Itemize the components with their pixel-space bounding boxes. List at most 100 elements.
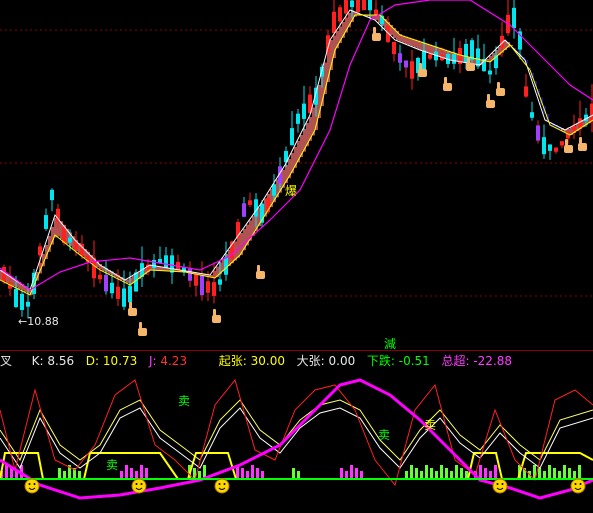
price-chart[interactable]: ←10.88 爆 減 (0, 0, 593, 351)
hand-finger (497, 82, 500, 89)
hand-palm (138, 328, 147, 336)
candle-body (476, 48, 480, 67)
candle-body (212, 282, 216, 296)
indicator-chart-canvas[interactable] (0, 350, 593, 513)
burst-label: 爆 (285, 184, 298, 198)
pointing-hand-icon (443, 77, 452, 91)
smiley-eye (33, 483, 36, 485)
indicator-bar (251, 465, 254, 479)
smiley-eye (574, 483, 577, 485)
indicator-bar (198, 471, 201, 479)
hand-finger (487, 94, 490, 101)
indicator-bar (460, 468, 463, 479)
hand-finger (565, 139, 568, 146)
smiley-face (24, 478, 40, 494)
indicator-bar (405, 471, 408, 479)
candle-body (50, 189, 54, 201)
candle-body (554, 147, 558, 152)
indicator-bar (563, 465, 566, 479)
pointing-hand-icon (128, 302, 137, 316)
indicator-bar (425, 465, 428, 479)
smiley-face (131, 478, 147, 494)
hand-palm (418, 69, 427, 77)
indicator-bar (479, 465, 482, 479)
candle-body (44, 215, 48, 229)
candle-body (356, 0, 360, 13)
indicator-bar (78, 471, 81, 479)
smiley-eye (135, 483, 138, 485)
candle-body (368, 0, 372, 11)
hand-palm (466, 63, 475, 71)
hand-finger (419, 63, 422, 70)
indicator-bar (261, 471, 264, 479)
smiley-icon (570, 478, 586, 494)
candle-body (374, 9, 378, 15)
price-chart-canvas[interactable] (0, 0, 593, 350)
indicator-bar (489, 471, 492, 479)
indicator-bar (543, 471, 546, 479)
candle-body (296, 113, 300, 124)
ma-ribbon-segment (126, 279, 129, 283)
candle-body (344, 0, 348, 14)
candle-body (542, 137, 546, 155)
indicator-bar (10, 468, 13, 479)
indicator-bar (573, 471, 576, 479)
pointing-hand-icon (256, 265, 265, 279)
indicator-bar (538, 468, 541, 479)
indicator-bar (130, 468, 133, 479)
candle-body (422, 50, 426, 72)
indicator-bar (297, 471, 300, 479)
indicator-bar (410, 465, 413, 479)
indicator-bar (360, 471, 363, 479)
smiley-icon (214, 478, 230, 494)
indicator-bar (145, 468, 148, 479)
hand-palm (486, 100, 495, 108)
candle-body (560, 141, 564, 146)
pointing-hand-icon (212, 309, 221, 323)
hand-palm (128, 308, 137, 316)
indicator-bar (430, 468, 433, 479)
candle-body (428, 54, 432, 59)
indicator-bar (5, 465, 8, 479)
candle-body (38, 246, 42, 256)
candle-body (572, 125, 576, 131)
indicator-bar (553, 468, 556, 479)
candle-body (218, 279, 222, 285)
candle-body (536, 125, 540, 141)
candle-body (470, 40, 474, 60)
hand-palm (564, 145, 573, 153)
hand-finger (257, 265, 260, 272)
candle-body (302, 103, 306, 119)
indicator-bar (340, 468, 343, 479)
smiley-eye (140, 483, 143, 485)
indicator-bar (484, 468, 487, 479)
indicator-bar (415, 468, 418, 479)
candle-body (524, 86, 528, 97)
smiley-eye (579, 483, 582, 485)
candle-body (14, 288, 18, 308)
candle-body (410, 61, 414, 79)
indicator-bar (58, 468, 61, 479)
candle-body (362, 0, 366, 11)
candle-body (20, 293, 24, 310)
candle-body (272, 184, 276, 196)
candle-body (248, 200, 252, 205)
indicator-bar (355, 468, 358, 479)
indicator-bar (450, 471, 453, 479)
candle-body (332, 11, 336, 33)
pointing-hand-icon (496, 82, 505, 96)
indicator-bar (548, 465, 551, 479)
indicator-bar (125, 465, 128, 479)
indicator-chart[interactable]: 卖 卖 卖 卖 (0, 350, 593, 513)
indicator-bar (120, 471, 123, 479)
candle-body (122, 288, 126, 307)
hand-finger (139, 322, 142, 329)
hand-palm (443, 83, 452, 91)
hand-finger (213, 309, 216, 316)
indicator-bar (246, 471, 249, 479)
indicator-bar (578, 465, 581, 479)
smiley-eye (496, 483, 499, 485)
candle-body (398, 53, 402, 63)
candle-body (200, 274, 204, 296)
candle-body (548, 144, 552, 151)
